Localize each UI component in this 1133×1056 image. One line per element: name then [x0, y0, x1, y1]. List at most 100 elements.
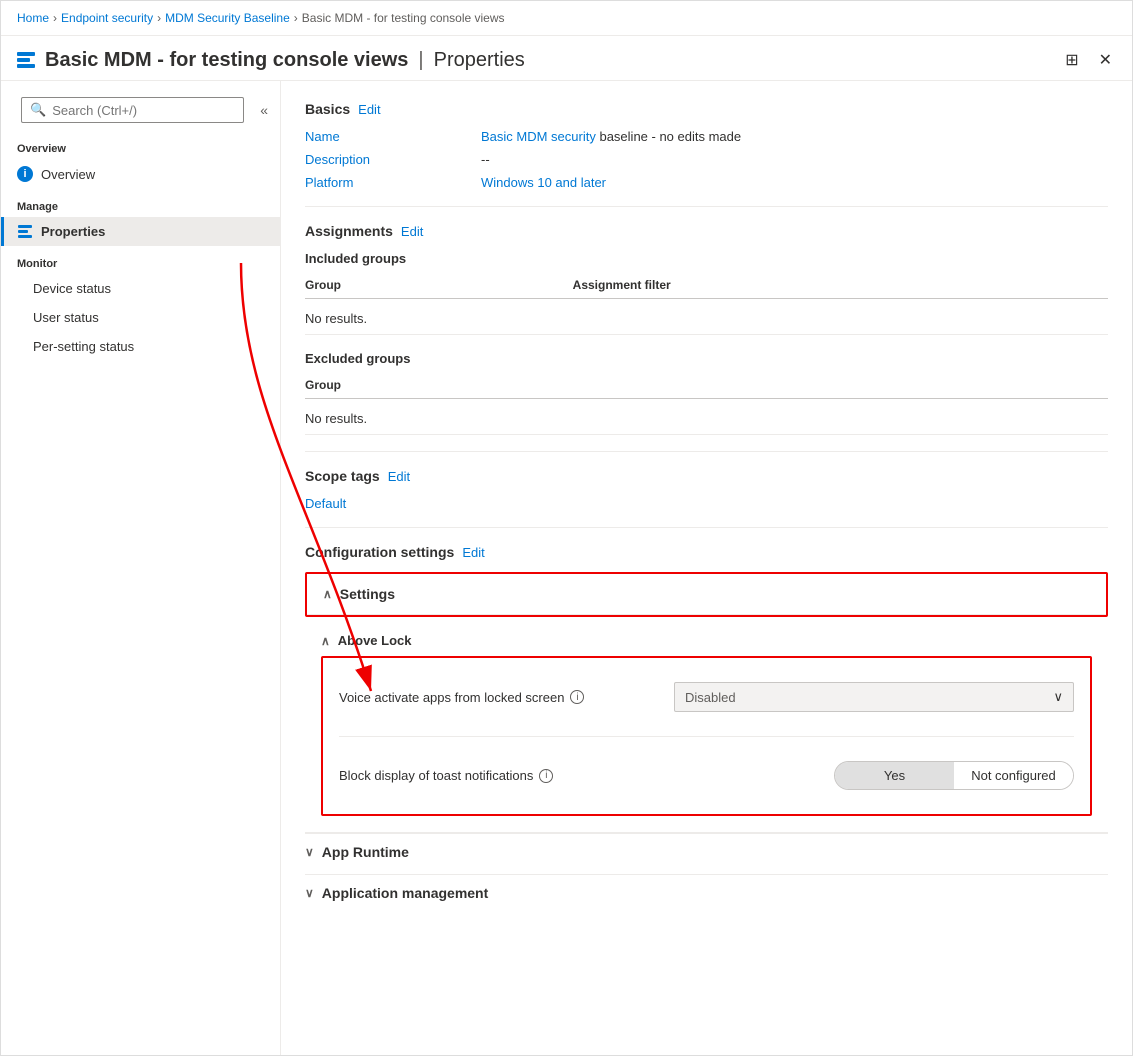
voice-activate-row: Voice activate apps from locked screen i… [339, 674, 1074, 720]
properties-item-label: Properties [41, 224, 105, 239]
app-runtime-section: ∨ App Runtime [305, 833, 1108, 870]
title-divider: | [418, 49, 423, 72]
included-groups-table-header: Group Assignment filter [305, 272, 1108, 299]
search-icon: 🔍 [30, 102, 46, 118]
config-settings-title: Configuration settings [305, 544, 454, 560]
assignments-edit-link[interactable]: Edit [401, 224, 423, 239]
basics-edit-link[interactable]: Edit [358, 102, 380, 117]
overview-section-label: Overview [1, 131, 280, 159]
default-scope-tag: Default [305, 496, 346, 511]
info-icon: i [17, 166, 33, 182]
manage-section-label: Manage [1, 189, 280, 217]
block-toast-toggle[interactable]: Yes Not configured [834, 761, 1074, 790]
block-toast-info-icon[interactable]: i [539, 769, 553, 783]
excluded-groups-section: Excluded groups Group No results. [305, 351, 1108, 435]
settings-accordion: ∧ Settings [305, 572, 1108, 617]
voice-activate-info-icon[interactable]: i [570, 690, 584, 704]
search-box[interactable]: 🔍 [21, 97, 244, 123]
app-runtime-header[interactable]: ∨ App Runtime [305, 833, 1108, 870]
scope-tags-title: Scope tags [305, 468, 380, 484]
app-management-header[interactable]: ∨ Application management [305, 874, 1108, 911]
included-groups-title: Included groups [305, 251, 1108, 266]
scope-tags-section-header: Scope tags Edit [305, 468, 1108, 484]
voice-activate-label: Voice activate apps from locked screen i [339, 690, 584, 705]
sidebar-item-overview[interactable]: i Overview [1, 159, 280, 189]
search-input[interactable] [52, 103, 235, 118]
page-title: Basic MDM - for testing console views [45, 49, 408, 72]
excluded-groups-table-header: Group [305, 372, 1108, 399]
page-header: Basic MDM - for testing console views | … [1, 36, 1132, 81]
properties-icon [17, 225, 33, 238]
block-toast-label: Block display of toast notifications i [339, 768, 553, 783]
sidebar: 🔍 « Overview i Overview Manage [1, 81, 281, 1055]
breadcrumb-home[interactable]: Home [17, 11, 49, 25]
config-settings-section-header: Configuration settings Edit [305, 544, 1108, 560]
app-runtime-chevron-icon: ∨ [305, 845, 314, 859]
included-groups-no-results: No results. [305, 303, 1108, 335]
toggle-not-configured-option[interactable]: Not configured [954, 762, 1073, 789]
above-lock-settings-form: Voice activate apps from locked screen i… [321, 656, 1092, 816]
scope-tags-edit-link[interactable]: Edit [388, 469, 410, 484]
overview-item-label: Overview [41, 167, 95, 182]
basics-title: Basics [305, 101, 350, 117]
dropdown-arrow-icon: ∨ [1053, 689, 1063, 705]
app-logo-icon [17, 52, 35, 68]
assignments-divider [305, 451, 1108, 452]
name-label: Name [305, 129, 465, 144]
platform-value: Windows 10 and later [481, 175, 606, 190]
above-lock-header[interactable]: ∧ Above Lock [321, 633, 1092, 648]
name-field-row: Name Basic MDM security baseline - no ed… [305, 129, 1108, 144]
assignments-section-header: Assignments Edit [305, 223, 1108, 239]
above-lock-chevron-icon: ∧ [321, 634, 330, 648]
description-field-row: Description -- [305, 152, 1108, 167]
config-settings-edit-link[interactable]: Edit [462, 545, 484, 560]
platform-label: Platform [305, 175, 465, 190]
scope-tags-divider [305, 527, 1108, 528]
sidebar-item-user-status[interactable]: User status [1, 303, 280, 332]
sidebar-item-properties[interactable]: Properties [1, 217, 280, 246]
toggle-yes-option[interactable]: Yes [835, 762, 954, 789]
group-col-header: Group [305, 278, 573, 292]
platform-field-row: Platform Windows 10 and later [305, 175, 1108, 190]
header-actions: ⊞ ✕ [1061, 48, 1116, 72]
sidebar-item-per-setting-status[interactable]: Per-setting status [1, 332, 280, 361]
description-value: -- [481, 152, 490, 167]
app-management-section: ∨ Application management [305, 874, 1108, 911]
excluded-groups-title: Excluded groups [305, 351, 1108, 366]
block-toast-control: Yes Not configured [569, 761, 1074, 790]
included-groups-section: Included groups Group Assignment filter … [305, 251, 1108, 335]
pin-button[interactable]: ⊞ [1061, 48, 1082, 72]
breadcrumb-mdm-security-baseline[interactable]: MDM Security Baseline [165, 11, 290, 25]
app-management-label: Application management [322, 885, 488, 901]
voice-toast-divider [339, 736, 1074, 737]
monitor-section-label: Monitor [1, 246, 280, 274]
basics-divider [305, 206, 1108, 207]
block-toast-row: Block display of toast notifications i Y… [339, 753, 1074, 798]
voice-activate-value: Disabled [685, 690, 736, 705]
sidebar-item-device-status[interactable]: Device status [1, 274, 280, 303]
assignment-filter-col-header: Assignment filter [573, 278, 1108, 292]
breadcrumb: Home › Endpoint security › MDM Security … [1, 1, 1132, 36]
app-management-chevron-icon: ∨ [305, 886, 314, 900]
breadcrumb-current: Basic MDM - for testing console views [302, 11, 505, 25]
name-value: Basic MDM security baseline - no edits m… [481, 129, 741, 144]
main-content: Basics Edit Name Basic MDM security base… [281, 81, 1132, 1055]
above-lock-label: Above Lock [338, 633, 412, 648]
settings-chevron-icon: ∧ [323, 587, 332, 601]
close-button[interactable]: ✕ [1095, 48, 1116, 72]
header-left: Basic MDM - for testing console views | … [17, 49, 525, 72]
voice-activate-control: Disabled ∨ [600, 682, 1074, 712]
settings-accordion-label: Settings [340, 586, 395, 602]
excluded-groups-no-results: No results. [305, 403, 1108, 435]
basics-section-header: Basics Edit [305, 101, 1108, 117]
settings-accordion-header[interactable]: ∧ Settings [307, 574, 1106, 615]
page-subtitle: Properties [434, 49, 525, 72]
description-label: Description [305, 152, 465, 167]
assignments-title: Assignments [305, 223, 393, 239]
collapse-sidebar-button[interactable]: « [256, 98, 272, 122]
excluded-group-col-header: Group [305, 378, 1108, 392]
app-runtime-label: App Runtime [322, 844, 409, 860]
voice-activate-dropdown[interactable]: Disabled ∨ [674, 682, 1074, 712]
breadcrumb-endpoint-security[interactable]: Endpoint security [61, 11, 153, 25]
above-lock-section: ∧ Above Lock Voice activate apps from lo… [305, 625, 1108, 833]
